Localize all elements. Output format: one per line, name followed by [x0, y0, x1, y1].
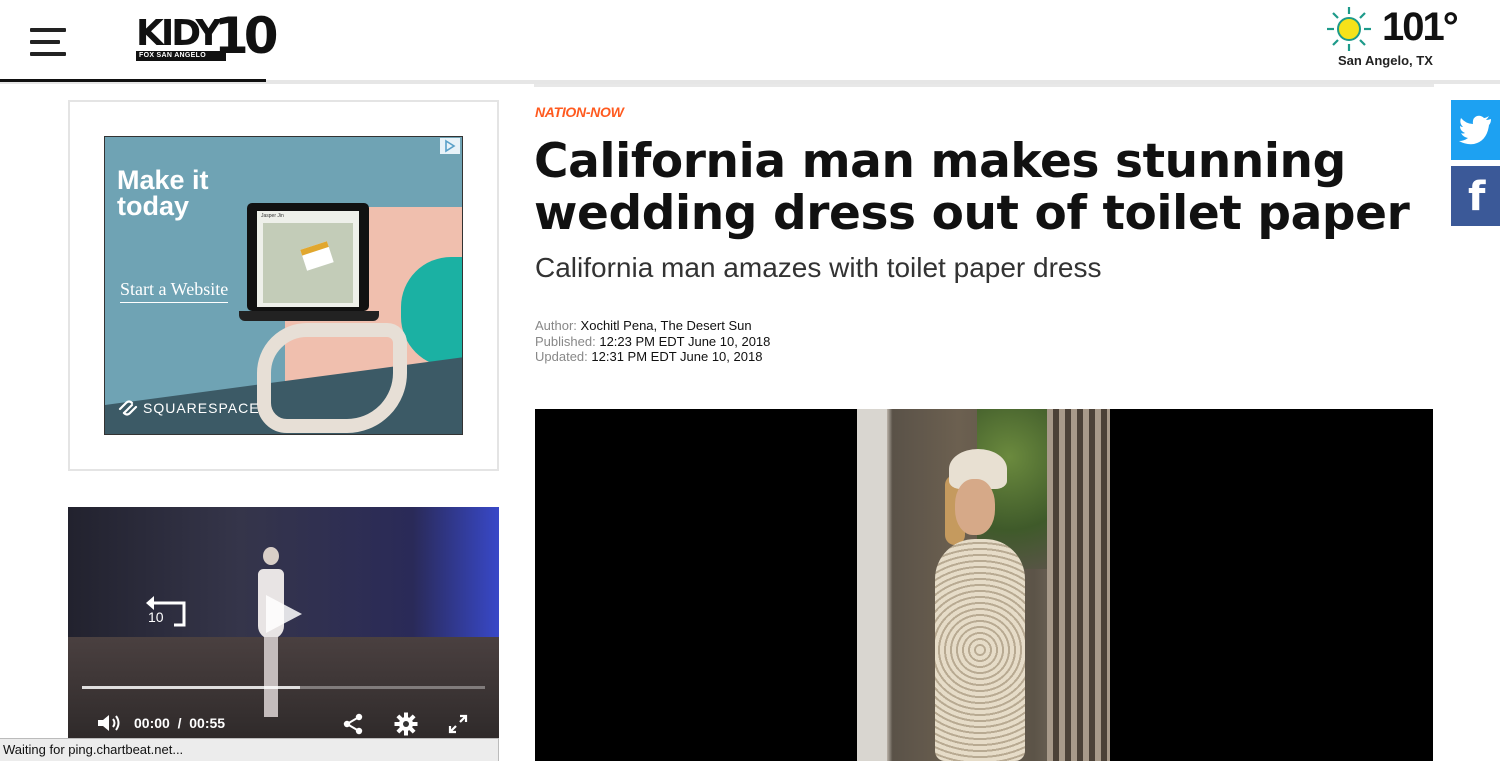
weather-location: San Angelo, TX — [1338, 53, 1433, 68]
twitter-icon — [1459, 115, 1491, 145]
author-row: Author: Xochitl Pena, The Desert Sun — [535, 318, 770, 334]
video-time: 00:00 / 00:55 — [134, 715, 225, 731]
share-icon[interactable] — [342, 713, 364, 735]
article-subhead: California man amazes with toilet paper … — [535, 252, 1102, 283]
twitter-share-button[interactable] — [1451, 100, 1500, 160]
replay-seconds: 10 — [148, 609, 164, 625]
video-time-total: 00:55 — [189, 715, 226, 731]
main-video-player[interactable] — [535, 409, 1433, 761]
ad-brand-text: SQUARESPACE — [143, 400, 260, 416]
gear-icon[interactable] — [394, 712, 418, 736]
video-thumbnail-photo — [857, 409, 1110, 761]
published-label: Published: — [535, 334, 596, 349]
logo-wordmark: KIDY — [136, 13, 222, 54]
updated-label: Updated: — [535, 349, 588, 364]
facebook-share-button[interactable]: f — [1451, 166, 1500, 226]
section-label[interactable]: NATION-NOW — [535, 104, 624, 120]
weather-widget[interactable]: 101° San Angelo, TX — [1322, 2, 1462, 74]
play-icon[interactable] — [266, 595, 302, 633]
video-time-current: 00:00 — [134, 715, 170, 731]
site-header: KIDY 10 FOX SAN ANGELO 101° San Angelo, … — [0, 0, 1500, 88]
updated-row: Updated: 12:31 PM EDT June 10, 2018 — [535, 349, 770, 364]
author-label: Author: — [535, 318, 577, 333]
video-progress-fill — [82, 686, 300, 689]
squarespace-ad[interactable]: Jasper Jin Make it today Start a Website… — [104, 136, 463, 435]
squarespace-logo-icon — [118, 400, 138, 416]
article-headline: California man makes stunning wedding dr… — [534, 134, 1410, 241]
updated-date: 12:31 PM EDT June 10, 2018 — [591, 349, 763, 364]
volume-icon[interactable] — [96, 713, 122, 733]
browser-status-bar: Waiting for ping.chartbeat.net... — [0, 738, 499, 761]
weather-temperature: 101° — [1382, 5, 1459, 49]
sun-icon — [1327, 7, 1371, 51]
video-time-separator: / — [177, 715, 182, 731]
laptop-screen-caption: Jasper Jin — [261, 213, 284, 219]
author-name: Xochitl Pena, The Desert Sun — [580, 318, 752, 333]
ad-cta-link[interactable]: Start a Website — [120, 279, 229, 303]
article-divider — [534, 84, 1434, 87]
site-logo[interactable]: KIDY 10 FOX SAN ANGELO — [136, 8, 281, 66]
ad-headline: Make it today — [117, 165, 209, 221]
logo-tagline: FOX SAN ANGELO — [136, 51, 226, 61]
video-progress-bar[interactable] — [82, 686, 485, 689]
menu-icon[interactable] — [30, 26, 68, 56]
side-video-player[interactable]: 10 00:00 / 00:55 — [68, 507, 499, 757]
article-meta: Author: Xochitl Pena, The Desert Sun Pub… — [535, 318, 770, 364]
facebook-icon: f — [1468, 174, 1486, 220]
header-active-indicator — [0, 79, 266, 82]
adchoices-icon[interactable] — [440, 138, 460, 154]
replay-10-icon[interactable]: 10 — [144, 593, 188, 633]
published-date: 12:23 PM EDT June 10, 2018 — [599, 334, 771, 349]
ad-sculpture — [257, 323, 407, 433]
published-row: Published: 12:23 PM EDT June 10, 2018 — [535, 334, 770, 349]
laptop-base — [239, 311, 379, 321]
fullscreen-icon[interactable] — [448, 714, 468, 734]
ad-brand: SQUARESPACE — [117, 400, 260, 416]
